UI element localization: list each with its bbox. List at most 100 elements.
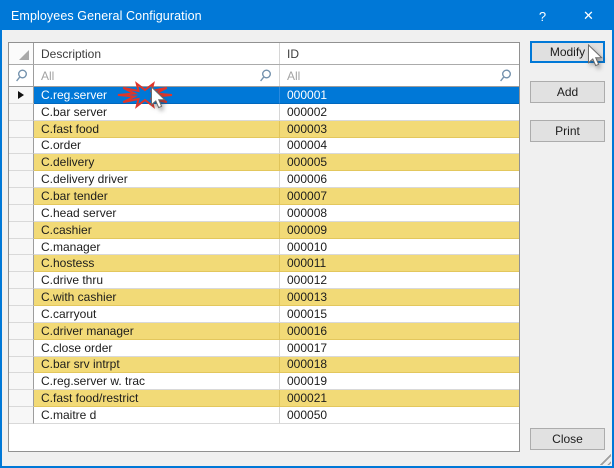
table-row[interactable]: C.order000004 [9, 138, 519, 155]
help-button[interactable]: ? [520, 2, 565, 30]
description-cell[interactable]: C.delivery driver [34, 171, 280, 188]
id-cell[interactable]: 000015 [280, 306, 519, 323]
id-cell[interactable]: 000007 [280, 188, 519, 205]
row-indicator-cell[interactable] [9, 188, 34, 205]
id-cell[interactable]: 000004 [280, 138, 519, 155]
row-indicator-cell[interactable] [9, 323, 34, 340]
description-cell[interactable]: C.bar tender [34, 188, 280, 205]
id-cell[interactable]: 000021 [280, 390, 519, 407]
description-cell[interactable]: C.reg.server w. trac [34, 373, 280, 390]
search-icon[interactable] [259, 69, 272, 83]
table-row[interactable]: C.reg.server w. trac000019 [9, 373, 519, 390]
select-all-cell[interactable] [9, 43, 34, 64]
table-row[interactable]: C.carryout000015 [9, 306, 519, 323]
row-indicator-cell[interactable] [9, 340, 34, 357]
id-filter-input[interactable]: All [280, 65, 519, 86]
id-cell[interactable]: 000050 [280, 407, 519, 424]
employees-grid: Description ID All All [8, 42, 520, 452]
row-indicator-cell[interactable] [9, 407, 34, 424]
id-cell[interactable]: 000012 [280, 272, 519, 289]
description-cell[interactable]: C.drive thru [34, 272, 280, 289]
table-row[interactable]: C.bar srv intrpt000018 [9, 357, 519, 374]
row-indicator-cell[interactable] [9, 171, 34, 188]
add-button[interactable]: Add [530, 81, 605, 103]
description-cell[interactable]: C.head server [34, 205, 280, 222]
row-indicator-cell[interactable] [9, 138, 34, 155]
table-row[interactable]: C.driver manager000016 [9, 323, 519, 340]
table-row[interactable]: C.cashier000009 [9, 222, 519, 239]
table-row[interactable]: C.maitre d000050 [9, 407, 519, 424]
description-cell[interactable]: C.order [34, 138, 280, 155]
id-cell[interactable]: 000002 [280, 104, 519, 121]
description-filter-input[interactable]: All [34, 65, 280, 86]
row-indicator-cell[interactable] [9, 289, 34, 306]
close-window-button[interactable]: ✕ [565, 2, 612, 30]
table-row[interactable]: C.hostess000011 [9, 255, 519, 272]
table-row[interactable]: C.delivery000005 [9, 154, 519, 171]
id-cell[interactable]: 000011 [280, 255, 519, 272]
table-row[interactable]: C.drive thru000012 [9, 272, 519, 289]
row-indicator-cell[interactable] [9, 87, 34, 104]
column-header-id[interactable]: ID [280, 43, 519, 64]
row-indicator-cell[interactable] [9, 154, 34, 171]
row-indicator-cell[interactable] [9, 373, 34, 390]
row-indicator-cell[interactable] [9, 255, 34, 272]
id-cell[interactable]: 000013 [280, 289, 519, 306]
search-icon[interactable] [499, 69, 512, 83]
print-button[interactable]: Print [530, 120, 605, 142]
row-indicator-cell[interactable] [9, 222, 34, 239]
description-cell[interactable]: C.with cashier [34, 289, 280, 306]
row-indicator-cell[interactable] [9, 390, 34, 407]
table-row[interactable]: C.bar tender000007 [9, 188, 519, 205]
description-cell[interactable]: C.bar srv intrpt [34, 357, 280, 374]
description-cell[interactable]: C.reg.server [34, 87, 280, 104]
description-cell[interactable]: C.maitre d [34, 407, 280, 424]
description-cell[interactable]: C.fast food/restrict [34, 390, 280, 407]
table-row[interactable]: C.manager000010 [9, 239, 519, 256]
id-cell[interactable]: 000005 [280, 154, 519, 171]
description-cell[interactable]: C.carryout [34, 306, 280, 323]
close-button[interactable]: Close [530, 428, 605, 450]
table-row[interactable]: C.with cashier000013 [9, 289, 519, 306]
description-cell[interactable]: C.driver manager [34, 323, 280, 340]
id-cell[interactable]: 000010 [280, 239, 519, 256]
id-filter-placeholder: All [287, 69, 499, 83]
row-indicator-cell[interactable] [9, 205, 34, 222]
id-cell[interactable]: 000009 [280, 222, 519, 239]
description-cell[interactable]: C.hostess [34, 255, 280, 272]
table-row[interactable]: C.close order000017 [9, 340, 519, 357]
description-cell[interactable]: C.manager [34, 239, 280, 256]
row-indicator-cell[interactable] [9, 104, 34, 121]
table-row[interactable]: C.bar server000002 [9, 104, 519, 121]
description-cell[interactable]: C.bar server [34, 104, 280, 121]
row-indicator-cell[interactable] [9, 272, 34, 289]
title-bar: Employees General Configuration ? ✕ [2, 2, 612, 30]
id-cell[interactable]: 000003 [280, 121, 519, 138]
id-cell[interactable]: 000016 [280, 323, 519, 340]
row-indicator-cell[interactable] [9, 121, 34, 138]
modify-button[interactable]: Modify [530, 41, 605, 63]
description-cell[interactable]: C.cashier [34, 222, 280, 239]
table-row[interactable]: C.delivery driver000006 [9, 171, 519, 188]
row-indicator-cell[interactable] [9, 306, 34, 323]
table-row[interactable]: C.fast food/restrict000021 [9, 390, 519, 407]
resize-grip[interactable] [597, 451, 611, 465]
id-cell[interactable]: 000018 [280, 357, 519, 374]
column-header-description[interactable]: Description [34, 43, 280, 64]
id-cell[interactable]: 000019 [280, 373, 519, 390]
description-cell[interactable]: C.fast food [34, 121, 280, 138]
row-indicator-cell[interactable] [9, 357, 34, 374]
search-icon [15, 69, 28, 83]
id-cell[interactable]: 000006 [280, 171, 519, 188]
id-cell[interactable]: 000017 [280, 340, 519, 357]
description-cell[interactable]: C.close order [34, 340, 280, 357]
table-row[interactable]: C.head server000008 [9, 205, 519, 222]
current-row-arrow-icon [18, 91, 24, 99]
table-row[interactable]: C.reg.server000001 [9, 87, 519, 104]
grid-filter-row: All All [9, 65, 519, 87]
id-cell[interactable]: 000001 [280, 87, 519, 104]
row-indicator-cell[interactable] [9, 239, 34, 256]
id-cell[interactable]: 000008 [280, 205, 519, 222]
description-cell[interactable]: C.delivery [34, 154, 280, 171]
table-row[interactable]: C.fast food000003 [9, 121, 519, 138]
